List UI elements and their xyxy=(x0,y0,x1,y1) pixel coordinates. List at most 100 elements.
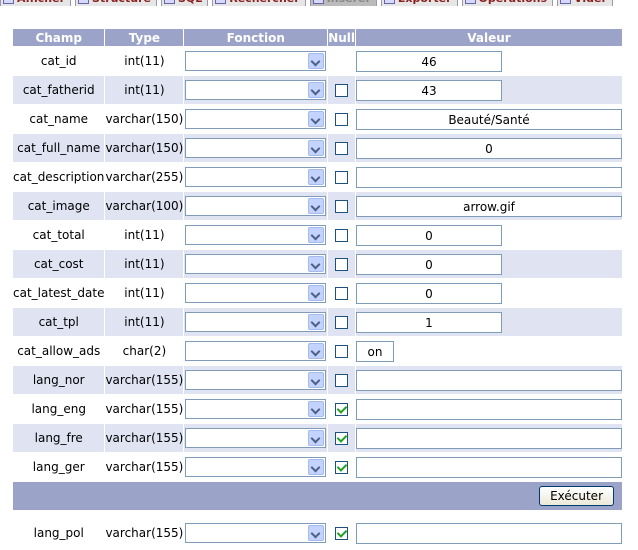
function-select[interactable] xyxy=(185,196,327,216)
null-checkbox[interactable] xyxy=(335,229,349,242)
tab-vider[interactable]: Vider xyxy=(557,0,613,6)
function-select[interactable] xyxy=(185,523,327,543)
export-icon xyxy=(383,0,395,4)
row-spacer xyxy=(13,511,622,518)
value-input[interactable]: Beauté/Santé xyxy=(356,108,622,130)
null-checkbox[interactable] xyxy=(335,461,349,474)
function-cell xyxy=(184,453,328,481)
chevron-down-icon[interactable] xyxy=(308,111,325,127)
chevron-down-icon[interactable] xyxy=(308,372,325,388)
chevron-down-icon[interactable] xyxy=(308,430,325,446)
field-name: cat_cost xyxy=(13,250,105,278)
function-select[interactable] xyxy=(185,428,327,448)
value-input[interactable] xyxy=(356,522,622,544)
tab-sql[interactable]: SQL xyxy=(160,0,209,6)
null-checkbox[interactable] xyxy=(335,316,349,329)
value-input[interactable]: arrow.gif xyxy=(356,195,622,217)
function-select[interactable] xyxy=(185,312,327,332)
null-cell xyxy=(328,366,355,394)
tab-oprations[interactable]: Opérations xyxy=(461,0,554,6)
function-select[interactable] xyxy=(185,51,327,71)
field-row-lang-pol: lang_pol varchar(155) xyxy=(13,519,622,547)
value-input[interactable]: on xyxy=(356,340,394,362)
field-type: varchar(150) xyxy=(105,105,184,133)
function-select[interactable] xyxy=(185,167,327,187)
value-input[interactable] xyxy=(356,369,622,391)
chevron-down-icon[interactable] xyxy=(308,227,325,243)
value-cell: 0 xyxy=(356,279,622,307)
tab-insrer[interactable]: Insérer xyxy=(309,0,377,6)
function-select[interactable] xyxy=(185,138,327,158)
field-row-cat-total: cat_total int(11) 0 xyxy=(13,221,622,249)
value-input[interactable]: 46 xyxy=(356,50,502,72)
function-select[interactable] xyxy=(185,80,327,100)
null-checkbox[interactable] xyxy=(335,527,349,540)
value-cell: 0 xyxy=(356,134,622,162)
tab-label: Opérations xyxy=(479,0,548,5)
function-select[interactable] xyxy=(185,254,327,274)
null-checkbox[interactable] xyxy=(335,113,349,126)
value-cell xyxy=(356,519,622,547)
null-checkbox[interactable] xyxy=(335,374,349,387)
null-checkbox[interactable] xyxy=(335,171,349,184)
field-name: cat_fatherid xyxy=(13,76,105,104)
value-input[interactable]: 1 xyxy=(356,311,502,333)
function-cell xyxy=(184,308,328,336)
value-input[interactable]: 43 xyxy=(356,79,502,101)
tab-label: Insérer xyxy=(327,0,371,5)
function-select[interactable] xyxy=(185,341,327,361)
null-checkbox[interactable] xyxy=(335,258,349,271)
field-name: cat_id xyxy=(13,47,105,75)
chevron-down-icon[interactable] xyxy=(308,285,325,301)
value-cell: on xyxy=(356,337,622,365)
value-input[interactable]: 0 xyxy=(356,253,502,275)
null-checkbox[interactable] xyxy=(335,142,349,155)
tab-afficher[interactable]: Afficher xyxy=(0,0,72,6)
tab-structure[interactable]: Structure xyxy=(75,0,157,6)
chevron-down-icon[interactable] xyxy=(308,198,325,214)
function-cell xyxy=(184,366,328,394)
null-checkbox[interactable] xyxy=(335,403,349,416)
value-input[interactable]: 0 xyxy=(356,224,502,246)
execute-button[interactable]: Exécuter xyxy=(539,486,614,506)
insert-icon xyxy=(312,0,324,4)
field-row-lang-fre: lang_fre varchar(155) xyxy=(13,424,622,452)
tab-rechercher[interactable]: Rechercher xyxy=(212,0,306,6)
field-row-cat-fatherid: cat_fatherid int(11) 43 xyxy=(13,76,622,104)
chevron-down-icon[interactable] xyxy=(308,169,325,185)
null-checkbox[interactable] xyxy=(335,84,349,97)
null-checkbox[interactable] xyxy=(335,287,349,300)
chevron-down-icon[interactable] xyxy=(308,314,325,330)
function-select[interactable] xyxy=(185,370,327,390)
header-valeur: Valeur xyxy=(356,29,622,46)
chevron-down-icon[interactable] xyxy=(308,82,325,98)
value-input[interactable]: 0 xyxy=(356,137,622,159)
null-checkbox[interactable] xyxy=(335,200,349,213)
null-checkbox[interactable] xyxy=(335,345,349,358)
chevron-down-icon[interactable] xyxy=(308,140,325,156)
function-cell xyxy=(184,76,328,104)
function-select[interactable] xyxy=(185,283,327,303)
value-input[interactable] xyxy=(356,427,622,449)
null-checkbox[interactable] xyxy=(335,432,349,445)
chevron-down-icon[interactable] xyxy=(308,525,325,541)
operations-icon xyxy=(464,0,476,4)
function-select[interactable] xyxy=(185,399,327,419)
function-select[interactable] xyxy=(185,457,327,477)
chevron-down-icon[interactable] xyxy=(308,401,325,417)
value-input[interactable] xyxy=(356,456,622,478)
tab-label: Exporter xyxy=(398,0,452,5)
tab-exporter[interactable]: Exporter xyxy=(380,0,458,6)
chevron-down-icon[interactable] xyxy=(308,459,325,475)
chevron-down-icon[interactable] xyxy=(308,256,325,272)
chevron-down-icon[interactable] xyxy=(308,343,325,359)
value-input[interactable] xyxy=(356,398,622,420)
function-cell xyxy=(184,337,328,365)
tab-label: Rechercher xyxy=(229,0,299,5)
function-select[interactable] xyxy=(185,109,327,129)
value-input[interactable]: 0 xyxy=(356,282,502,304)
chevron-down-icon[interactable] xyxy=(308,53,325,69)
sql-icon xyxy=(163,0,175,4)
value-input[interactable] xyxy=(356,166,622,188)
function-select[interactable] xyxy=(185,225,327,245)
